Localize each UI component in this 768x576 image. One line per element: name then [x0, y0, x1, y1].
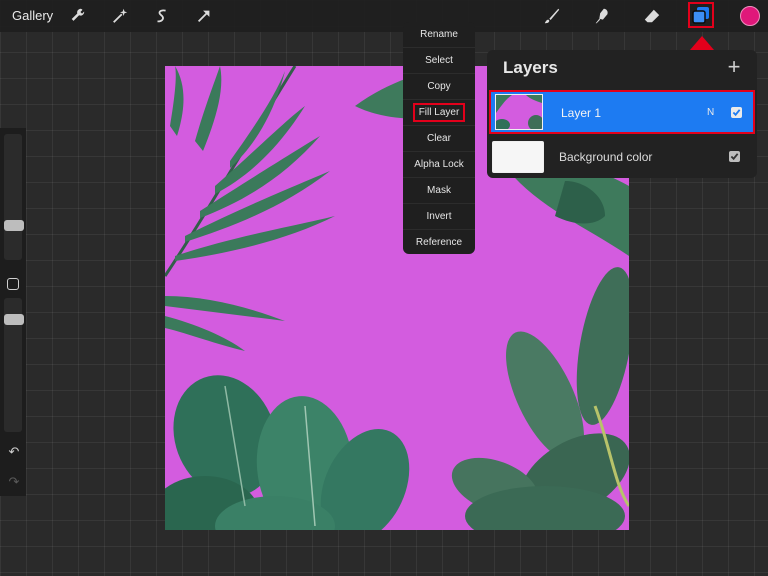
menu-item-alpha-lock[interactable]: Alpha Lock: [403, 152, 475, 178]
checkmark-icon: [730, 153, 739, 161]
gallery-button[interactable]: Gallery: [12, 8, 53, 23]
eraser-icon[interactable]: [640, 4, 664, 28]
magic-wand-icon[interactable]: [108, 4, 132, 28]
menu-item-fill-layer-label: Fill Layer: [412, 103, 466, 122]
menu-item-fill-layer[interactable]: Fill Layer: [403, 100, 475, 126]
color-picker-button[interactable]: [740, 6, 760, 26]
undo-icon[interactable]: ↶: [6, 444, 22, 460]
menu-item-copy[interactable]: Copy: [403, 74, 475, 100]
layer-thumbnail: [495, 94, 543, 130]
left-sidebar: ↶ ↷: [0, 128, 26, 496]
transform-arrow-icon[interactable]: [192, 4, 216, 28]
background-color-thumbnail: [492, 141, 544, 173]
opacity-handle[interactable]: [4, 314, 24, 325]
brush-icon[interactable]: [540, 4, 564, 28]
modify-button[interactable]: [7, 278, 19, 290]
layers-icon: [692, 7, 709, 24]
menu-item-clear[interactable]: Clear: [403, 126, 475, 152]
smudge-icon[interactable]: [590, 4, 614, 28]
menu-item-reference[interactable]: Reference: [403, 230, 475, 254]
brush-size-handle[interactable]: [4, 220, 24, 231]
checkmark-icon: [732, 109, 741, 117]
menu-item-select[interactable]: Select: [403, 48, 475, 74]
layer-name: Layer 1: [561, 106, 602, 120]
menu-item-invert[interactable]: Invert: [403, 204, 475, 230]
layer-name: Background color: [559, 150, 653, 164]
layer-options-menu: Rename Select Copy Fill Layer Clear Alph…: [403, 22, 475, 254]
background-visibility-checkbox[interactable]: [729, 151, 740, 162]
wrench-icon[interactable]: [66, 4, 90, 28]
selection-icon[interactable]: [150, 4, 174, 28]
menu-item-rename[interactable]: Rename: [403, 22, 475, 48]
layer-row-background-color[interactable]: Background color: [489, 140, 755, 176]
brush-size-slider[interactable]: [4, 134, 22, 260]
blend-mode-button[interactable]: N: [707, 107, 714, 118]
redo-icon[interactable]: ↷: [6, 474, 22, 490]
add-layer-button[interactable]: +: [723, 54, 745, 79]
layer-visibility-checkbox[interactable]: [731, 107, 742, 118]
top-toolbar: Gallery: [0, 0, 768, 32]
layers-panel: Layers + Layer 1 N Background color: [487, 50, 757, 178]
layer-row-layer-1[interactable]: Layer 1 N: [489, 90, 755, 134]
menu-item-mask[interactable]: Mask: [403, 178, 475, 204]
layers-button[interactable]: [688, 2, 714, 28]
layers-title: Layers: [503, 58, 558, 77]
